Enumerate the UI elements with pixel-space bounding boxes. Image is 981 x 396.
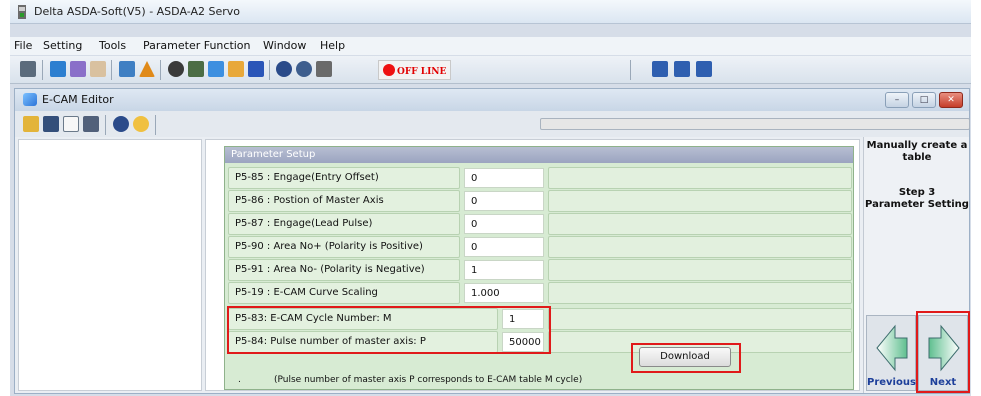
tile-horizontal-icon[interactable]: [674, 61, 690, 77]
param-row-fill: [548, 213, 852, 235]
about-icon[interactable]: [296, 61, 312, 77]
parameter-setup-header: Parameter Setup: [225, 147, 853, 163]
alarm-icon[interactable]: [139, 61, 155, 77]
toolbar-separator: [155, 115, 156, 135]
window-title: Delta ASDA-Soft(V5) - ASDA-A2 Servo: [34, 5, 240, 18]
app-window: Delta ASDA-Soft(V5) - ASDA-A2 Servo File…: [10, 0, 971, 396]
maximize-button[interactable]: □: [912, 92, 936, 108]
param-label: P5-91 : Area No- (Polarity is Negative): [228, 259, 460, 281]
new-document-icon[interactable]: [63, 116, 79, 132]
param-row: P5-91 : Area No- (Polarity is Negative) …: [228, 259, 852, 281]
export-icon[interactable]: [83, 116, 99, 132]
menu-file[interactable]: File: [14, 39, 32, 52]
param-row-fill: [548, 167, 852, 189]
param-row-fill: [548, 308, 852, 330]
ecam-editor-title: E-CAM Editor: [42, 93, 114, 106]
status-dot-icon: [383, 64, 395, 76]
close-button[interactable]: ✕: [939, 92, 963, 108]
param-row-fill: [548, 236, 852, 258]
highlight-box-next: [916, 311, 970, 393]
ecam-editor-window: E-CAM Editor – □ ✕ Parameter Setup P5-85…: [14, 88, 970, 394]
hand-icon[interactable]: [228, 61, 244, 77]
device-icon[interactable]: [20, 61, 36, 77]
ecam-icon[interactable]: [208, 61, 224, 77]
note-line: . (Pulse number of master axis P corresp…: [228, 375, 852, 389]
menu-parameter-function[interactable]: Parameter Function: [143, 39, 251, 52]
cascade-icon[interactable]: [652, 61, 668, 77]
previous-button[interactable]: Previous: [866, 315, 916, 391]
note-dot: .: [238, 375, 241, 385]
offline-status: OFF LINE: [378, 60, 452, 80]
param-value-field[interactable]: 1.000: [464, 283, 544, 303]
minimize-button[interactable]: –: [885, 92, 909, 108]
help-icon[interactable]: [113, 116, 129, 132]
menu-window[interactable]: Window: [263, 39, 306, 52]
toolbar-separator: [105, 115, 106, 135]
tune-icon[interactable]: [70, 61, 86, 77]
parameter-setup-group: Parameter Setup P5-85 : Engage(Entry Off…: [224, 146, 854, 390]
param-row: P5-86 : Postion of Master Axis 0: [228, 190, 852, 212]
highlight-box-download: [631, 343, 741, 373]
param-row: P5-87 : Engage(Lead Pulse) 0: [228, 213, 852, 235]
scope-icon[interactable]: [50, 61, 66, 77]
info-icon[interactable]: [133, 116, 149, 132]
diagnose-icon[interactable]: [168, 61, 184, 77]
motion-icon[interactable]: [248, 61, 264, 77]
save-icon[interactable]: [43, 116, 59, 132]
toolbar-separator: [42, 60, 43, 80]
main-panel: Parameter Setup P5-85 : Engage(Entry Off…: [205, 139, 860, 391]
param-value-field[interactable]: 0: [464, 168, 544, 188]
highlight-box-params: [227, 306, 551, 354]
progress-bar: [540, 118, 970, 130]
param-label: P5-85 : Engage(Entry Offset): [228, 167, 460, 189]
connect-icon[interactable]: [316, 61, 332, 77]
param-row-fill: [548, 190, 852, 212]
offline-label: OFF LINE: [397, 67, 447, 77]
wizard-step-title: Parameter Setting: [865, 199, 969, 210]
menu-tools[interactable]: Tools: [99, 39, 126, 52]
toolbar-separator: [269, 60, 270, 80]
param-row: P5-85 : Engage(Entry Offset) 0: [228, 167, 852, 189]
menu-setting[interactable]: Setting: [43, 39, 82, 52]
open-folder-icon[interactable]: [23, 116, 39, 132]
param-row: P5-19 : E-CAM Curve Scaling 1.000: [228, 282, 852, 304]
param-label: P5-19 : E-CAM Curve Scaling: [228, 282, 460, 304]
wizard-panel: Manually create a table Step 3 Parameter…: [863, 137, 970, 393]
note-text: (Pulse number of master axis P correspon…: [274, 375, 583, 385]
param-value-field[interactable]: 0: [464, 214, 544, 234]
wizard-step-number: Step 3: [898, 187, 936, 198]
ecam-toolbar: [15, 111, 970, 137]
param-label: P5-86 : Postion of Master Axis: [228, 190, 460, 212]
left-blank-panel: [18, 139, 202, 391]
param-value-field[interactable]: 1: [464, 260, 544, 280]
tile-vertical-icon[interactable]: [696, 61, 712, 77]
menu-bar: File Setting Tools Parameter Function Wi…: [10, 37, 971, 55]
wizard-heading: Manually create a table: [866, 140, 968, 163]
previous-label: Previous: [867, 377, 916, 388]
previous-arrow-icon: [876, 324, 908, 372]
param-row-fill: [548, 259, 852, 281]
param-label: P5-90 : Area No+ (Polarity is Positive): [228, 236, 460, 258]
toolbar-separator: [630, 60, 631, 80]
main-toolbar: OFF LINE: [10, 56, 971, 84]
menu-help[interactable]: Help: [320, 39, 345, 52]
toolbar-separator: [111, 60, 112, 80]
param-label: P5-87 : Engage(Lead Pulse): [228, 213, 460, 235]
title-bar: Delta ASDA-Soft(V5) - ASDA-A2 Servo: [10, 0, 971, 24]
wizard-step: Step 3 Parameter Setting: [864, 187, 970, 211]
ecam-editor-icon: [23, 93, 37, 106]
servo-app-icon: [18, 5, 26, 19]
param-row: P5-90 : Area No+ (Polarity is Positive) …: [228, 236, 852, 258]
param-value-field[interactable]: 0: [464, 191, 544, 211]
param-row-fill: [548, 282, 852, 304]
help-icon[interactable]: [276, 61, 292, 77]
toolbar-separator: [160, 60, 161, 80]
monitor-icon[interactable]: [119, 61, 135, 77]
param-value-field[interactable]: 0: [464, 237, 544, 257]
jog-icon[interactable]: [90, 61, 106, 77]
ecam-editor-titlebar: E-CAM Editor – □ ✕: [15, 89, 969, 111]
io-icon[interactable]: [188, 61, 204, 77]
